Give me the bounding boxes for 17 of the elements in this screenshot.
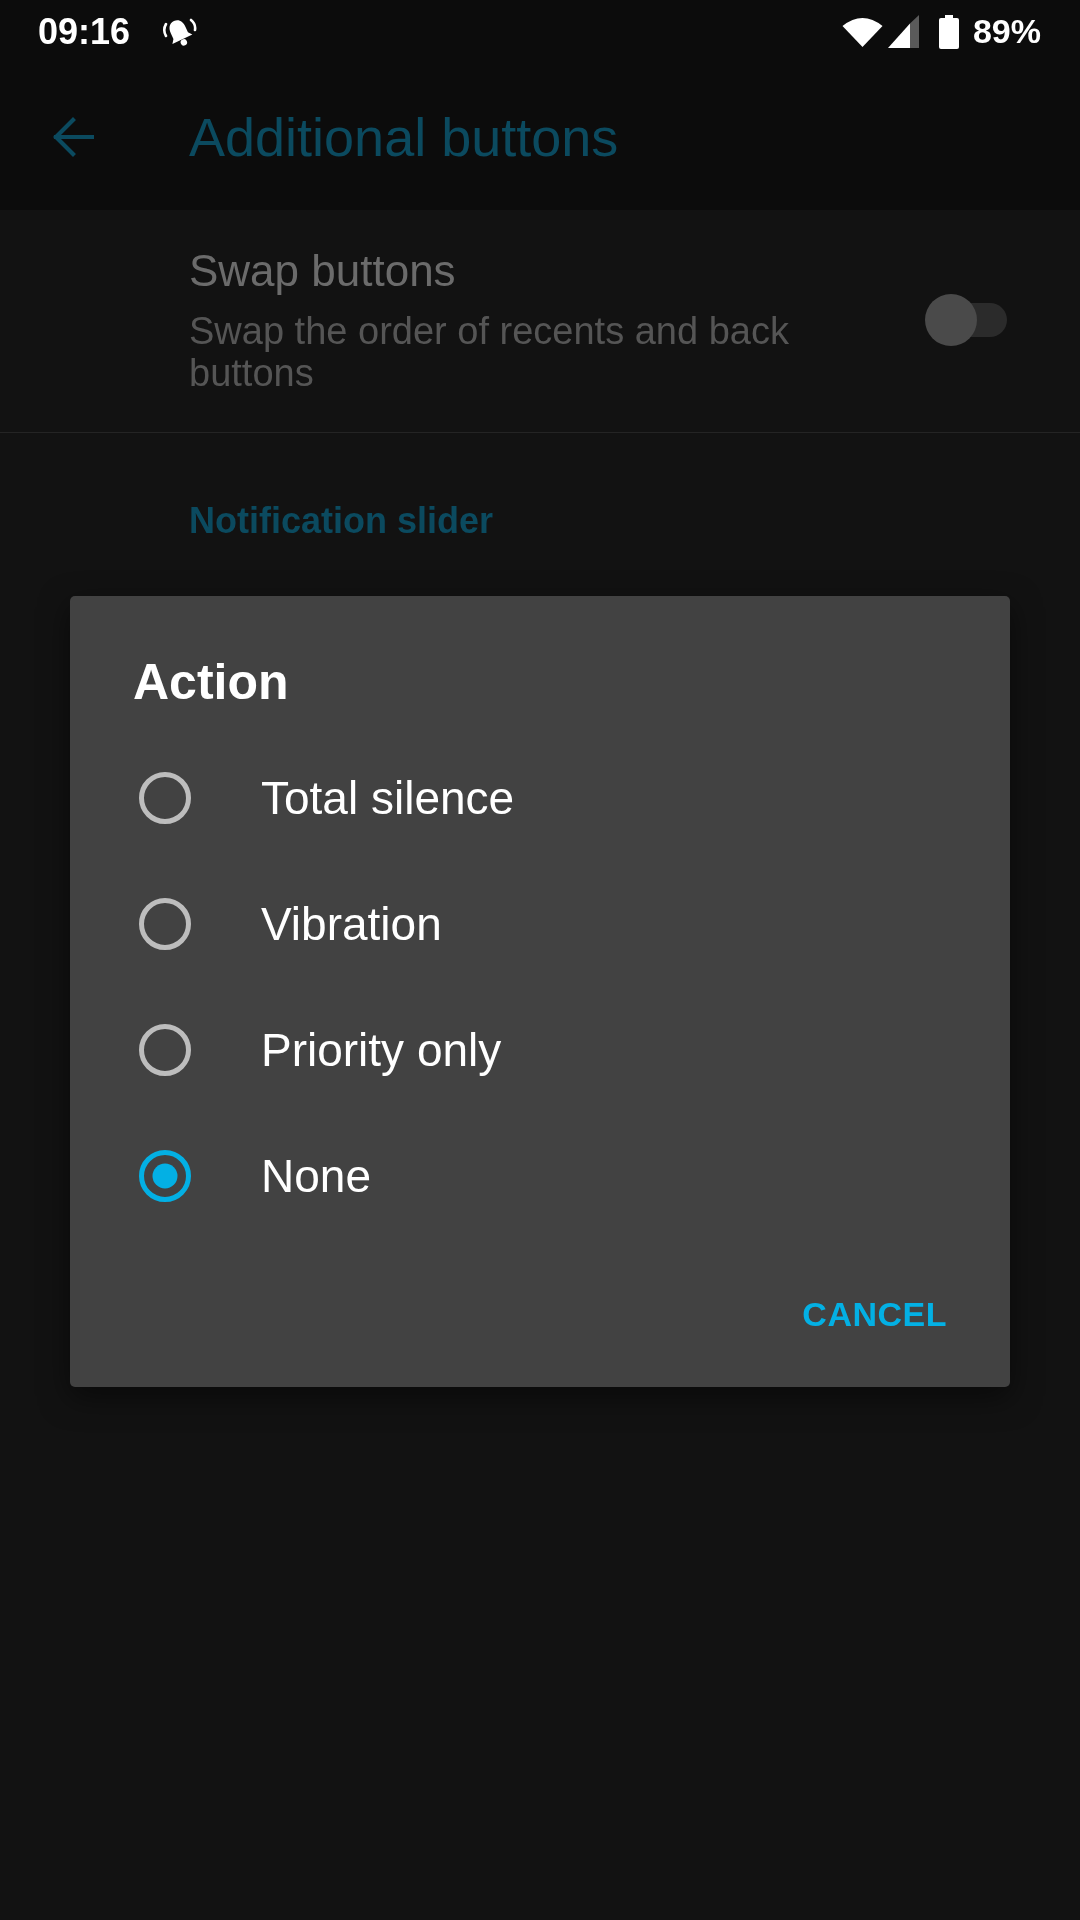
status-time: 09:16 bbox=[38, 10, 131, 53]
section-header: Notification slider bbox=[189, 500, 494, 541]
screen-title: Additional buttons bbox=[189, 105, 619, 168]
radio-option[interactable]: Total silence bbox=[139, 735, 515, 861]
radio-option[interactable]: Priority only bbox=[139, 987, 502, 1113]
radio-option[interactable]: Vibration bbox=[139, 861, 442, 987]
dialog-title: Action bbox=[132, 653, 290, 712]
setting-summary: Swap the order of recents and back buttons bbox=[189, 310, 790, 394]
toggle-switch[interactable] bbox=[925, 293, 1007, 346]
cancel-button[interactable]: CANCEL bbox=[786, 1271, 963, 1358]
wifi-icon bbox=[841, 16, 883, 47]
setting-title: Swap buttons bbox=[189, 245, 456, 297]
battery-icon bbox=[938, 14, 959, 49]
battery-percent: 89% bbox=[972, 12, 1041, 51]
radio-option[interactable]: None bbox=[139, 1113, 371, 1239]
signal-icon bbox=[887, 15, 919, 48]
back-arrow-icon bbox=[52, 116, 94, 157]
